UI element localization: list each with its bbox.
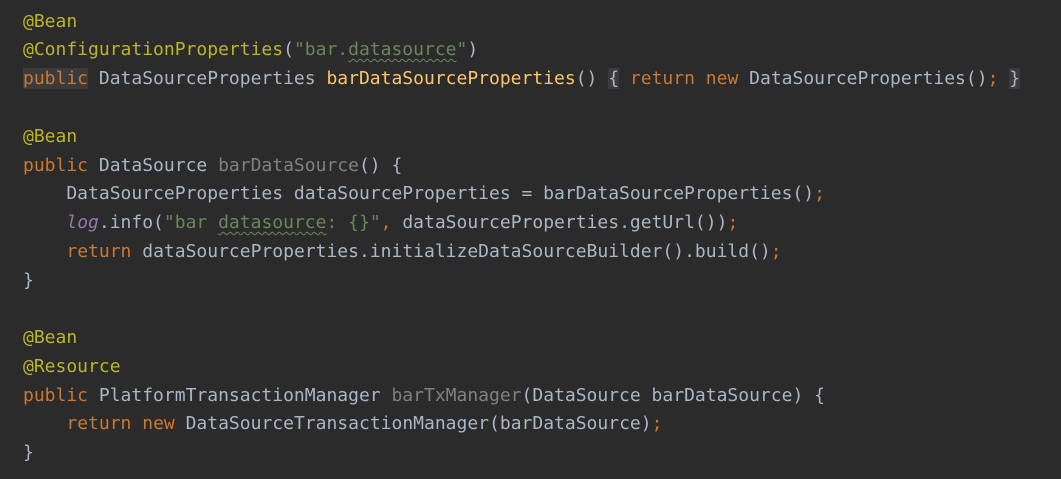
code-line-6[interactable]: public DataSource barDataSource() { bbox=[23, 154, 402, 178]
method-name-bardatasource: barDataSource bbox=[218, 155, 359, 176]
method-signature-rest: () { bbox=[358, 155, 403, 176]
string-suffix: " bbox=[456, 39, 468, 60]
constructor-call: DataSourceProperties() bbox=[738, 68, 988, 89]
keyword-return: return bbox=[66, 413, 132, 434]
code-line-12[interactable]: @Bean bbox=[23, 326, 77, 350]
statement-assign: DataSourceProperties dataSourcePropertie… bbox=[23, 183, 815, 204]
string-suffix: : {}" bbox=[326, 212, 381, 233]
method-signature-rest: (DataSource barDataSource) { bbox=[521, 385, 825, 406]
method-parens: () bbox=[575, 68, 598, 89]
semicolon: ; bbox=[814, 183, 825, 204]
keyword-public: public bbox=[23, 155, 89, 176]
string-prefix: "bar bbox=[163, 212, 219, 233]
method-name-bartxmanager: barTxManager bbox=[391, 385, 522, 406]
annotation-bean: @Bean bbox=[23, 327, 78, 348]
method-name-bardatasourceproperties: barDataSourceProperties bbox=[326, 68, 576, 89]
type-datasource: DataSource bbox=[88, 155, 219, 176]
paren-open: ( bbox=[283, 39, 294, 60]
string-prefix: "bar. bbox=[293, 39, 349, 60]
brace-close: } bbox=[23, 442, 34, 463]
annotation-resource: @Resource bbox=[23, 356, 121, 377]
code-line-1[interactable]: @Bean bbox=[23, 10, 77, 34]
keyword-public: public bbox=[23, 68, 89, 89]
code-line-2[interactable]: @ConfigurationProperties("bar.datasource… bbox=[23, 38, 478, 62]
code-line-3[interactable]: public DataSourceProperties barDataSourc… bbox=[23, 67, 1021, 91]
method-call-info: .info( bbox=[98, 212, 164, 233]
type-platformtransactionmanager: PlatformTransactionManager bbox=[88, 385, 392, 406]
code-line-9[interactable]: return dataSourceProperties.initializeDa… bbox=[23, 240, 782, 264]
string-typo-datasource: datasource bbox=[348, 39, 457, 60]
type-datasourceproperties: DataSourceProperties bbox=[88, 68, 327, 89]
code-line-7[interactable]: DataSourceProperties dataSourcePropertie… bbox=[23, 182, 825, 206]
semicolon: ; bbox=[651, 413, 663, 434]
annotation-bean: @Bean bbox=[23, 126, 78, 147]
code-line-15[interactable]: return new DataSourceTransactionManager(… bbox=[23, 412, 662, 436]
return-expression: dataSourceProperties.initializeDataSourc… bbox=[131, 241, 771, 262]
code-editor[interactable]: @Bean @ConfigurationProperties("bar.data… bbox=[0, 0, 1061, 479]
keyword-return: return bbox=[629, 68, 695, 89]
constructor-call: DataSourceTransactionManager(barDataSour… bbox=[174, 413, 652, 434]
annotation-bean: @Bean bbox=[23, 11, 78, 32]
folded-brace-open[interactable]: { bbox=[608, 68, 620, 89]
folded-brace-close[interactable]: } bbox=[1009, 68, 1021, 89]
keyword-new: new bbox=[142, 413, 175, 434]
code-line-14[interactable]: public PlatformTransactionManager barTxM… bbox=[23, 384, 825, 408]
keyword-public: public bbox=[23, 385, 89, 406]
code-line-10[interactable]: } bbox=[23, 269, 34, 293]
code-line-8[interactable]: log.info("bar datasource: {}", dataSourc… bbox=[23, 211, 738, 235]
semicolon: ; bbox=[987, 68, 999, 89]
annotation-configuration-properties: @ConfigurationProperties bbox=[23, 39, 284, 60]
semicolon: ; bbox=[727, 212, 739, 233]
code-line-5[interactable]: @Bean bbox=[23, 125, 77, 149]
comma: , bbox=[380, 212, 392, 233]
code-line-13[interactable]: @Resource bbox=[23, 355, 121, 379]
keyword-return: return bbox=[66, 241, 132, 262]
semicolon: ; bbox=[770, 241, 782, 262]
code-line-16[interactable]: } bbox=[23, 441, 34, 465]
keyword-new: new bbox=[705, 68, 739, 89]
string-typo-datasource: datasource bbox=[218, 212, 327, 233]
paren-close: ) bbox=[467, 39, 479, 60]
brace-close: } bbox=[23, 270, 34, 291]
argument-geturl: dataSourceProperties.getUrl()) bbox=[391, 212, 728, 233]
static-field-log: log bbox=[66, 212, 99, 233]
